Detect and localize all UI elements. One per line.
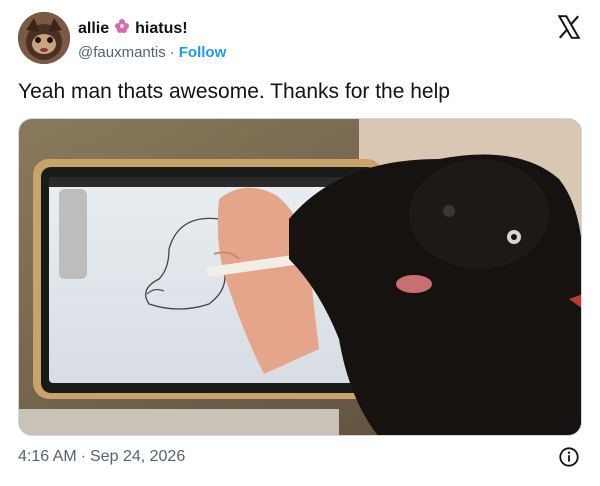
avatar-image xyxy=(18,12,70,64)
handle[interactable]: @fauxmantis xyxy=(78,44,166,61)
tweet-text: Yeah man thats awesome. Thanks for the h… xyxy=(18,80,450,103)
user-info: allie hiatus! @fauxmantis · Follow xyxy=(78,17,226,63)
status-text: hiatus! xyxy=(135,20,188,37)
photo-cat-tablet xyxy=(19,119,581,435)
tweet-timestamp[interactable]: 4:16 AM · Sep 24, 2026 xyxy=(18,446,185,468)
display-name[interactable]: allie xyxy=(78,19,109,39)
flower-emoji-icon xyxy=(113,17,131,41)
x-logo-icon[interactable] xyxy=(556,14,582,40)
separator-dot: · xyxy=(169,44,175,61)
tweet-time: 4:16 AM xyxy=(18,448,77,465)
avatar[interactable] xyxy=(18,12,70,64)
follow-button[interactable]: Follow xyxy=(179,44,227,61)
info-icon[interactable] xyxy=(558,446,580,468)
tweet-date: Sep 24, 2026 xyxy=(90,448,186,465)
handle-line: @fauxmantis · Follow xyxy=(78,43,226,63)
tweet-photo[interactable] xyxy=(18,118,582,436)
separator-dot: · xyxy=(80,448,87,465)
display-name-line[interactable]: allie hiatus! xyxy=(78,17,226,41)
tweet-header: allie hiatus! @fauxmantis · Follow xyxy=(18,12,584,68)
